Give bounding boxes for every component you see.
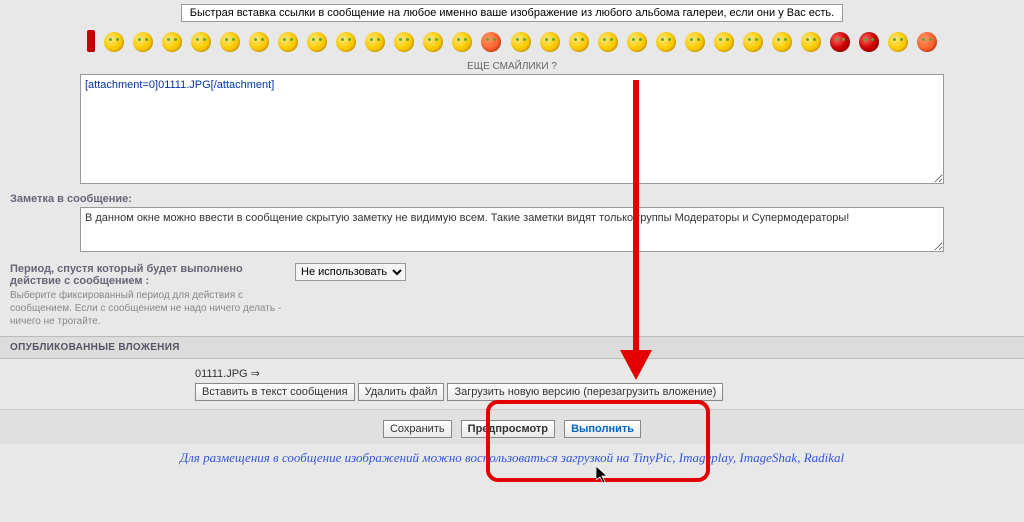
emoji-icon[interactable] xyxy=(656,32,676,52)
insert-attachment-button[interactable]: Вставить в текст сообщения xyxy=(195,383,355,401)
reload-attachment-button[interactable]: Загрузить новую версию (перезагрузить вл… xyxy=(447,383,723,401)
attachment-filename: 01111.JPG ⇒ xyxy=(195,367,1024,380)
emoji-icon[interactable] xyxy=(365,32,385,52)
emoji-icon[interactable] xyxy=(569,32,589,52)
period-select[interactable]: Не использовать xyxy=(295,263,406,281)
emoji-icon[interactable] xyxy=(191,32,211,52)
emoji-icon[interactable] xyxy=(104,32,124,52)
quick-insert-link[interactable]: Быстрая вставка ссылки в сообщение на лю… xyxy=(181,4,843,22)
preview-button[interactable]: Предпросмотр xyxy=(461,420,555,438)
period-description: Выберите фиксированный период для действ… xyxy=(10,289,285,328)
emoji-icon[interactable] xyxy=(394,32,414,52)
footer-hosting-note: Для размещения в сообщение изображений м… xyxy=(0,444,1024,472)
emoji-icon[interactable] xyxy=(249,32,269,52)
delete-attachment-button[interactable]: Удалить файл xyxy=(358,383,445,401)
emoji-icon[interactable] xyxy=(162,32,182,52)
message-textarea[interactable] xyxy=(80,74,944,184)
period-title: Период, спустя который будет выполнено д… xyxy=(10,263,285,287)
execute-button[interactable]: Выполнить xyxy=(564,420,641,438)
emoji-icon[interactable] xyxy=(801,32,821,52)
emoji-icon[interactable] xyxy=(830,32,850,52)
emoji-picker xyxy=(0,26,1024,59)
emoji-icon[interactable] xyxy=(685,32,705,52)
note-label: Заметка в сообщение: xyxy=(0,187,1024,207)
emoji-icon[interactable] xyxy=(888,32,908,52)
emoji-icon[interactable] xyxy=(511,32,531,52)
emoji-icon[interactable] xyxy=(627,32,647,52)
save-button[interactable]: Сохранить xyxy=(383,420,452,438)
emoji-icon[interactable] xyxy=(772,32,792,52)
more-smileys-link[interactable]: ЕЩЕ СМАЙЛИКИ ? xyxy=(0,59,1024,74)
emoji-icon[interactable] xyxy=(481,32,501,52)
emoji-icon[interactable] xyxy=(336,32,356,52)
emoji-icon[interactable] xyxy=(452,32,472,52)
emoji-icon[interactable] xyxy=(540,32,560,52)
emoji-icon[interactable] xyxy=(278,32,298,52)
emoji-icon[interactable] xyxy=(714,32,734,52)
emoji-icon[interactable] xyxy=(307,32,327,52)
emoji-icon[interactable] xyxy=(859,32,879,52)
emoji-icon[interactable] xyxy=(133,32,153,52)
emoji-icon[interactable] xyxy=(598,32,618,52)
emoji-sign-icon[interactable] xyxy=(87,30,95,52)
note-textarea[interactable] xyxy=(80,207,944,252)
emoji-icon[interactable] xyxy=(743,32,763,52)
emoji-icon[interactable] xyxy=(220,32,240,52)
attachments-header: ОПУБЛИКОВАННЫЕ ВЛОЖЕНИЯ xyxy=(0,336,1024,359)
emoji-icon[interactable] xyxy=(917,32,937,52)
emoji-icon[interactable] xyxy=(423,32,443,52)
